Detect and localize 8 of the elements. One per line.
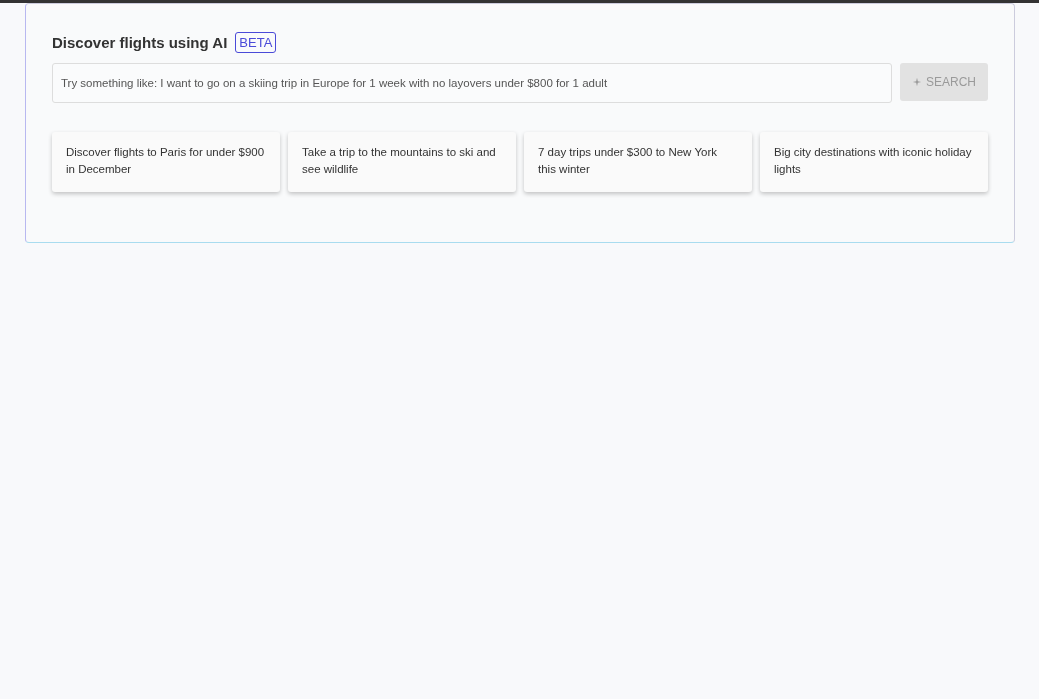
- suggestion-card[interactable]: 7 day trips under $300 to New York this winter: [524, 132, 752, 192]
- search-field[interactable]: Try something like: I want to go on a skiing trip in Europe for 1 week with no layovers under $800 for 1 adult: [52, 63, 892, 103]
- suggestion-card[interactable]: Big city destinations with iconic holiday lights: [760, 132, 988, 192]
- sparkle-icon: [912, 77, 922, 87]
- suggestion-card[interactable]: Discover flights to Paris for under $900 in December: [52, 132, 280, 192]
- panel-title: Discover flights using AI: [52, 34, 228, 51]
- suggestion-card[interactable]: Take a trip to the mountains to ski and see wildlife: [288, 132, 516, 192]
- beta-badge: BETA: [235, 32, 277, 53]
